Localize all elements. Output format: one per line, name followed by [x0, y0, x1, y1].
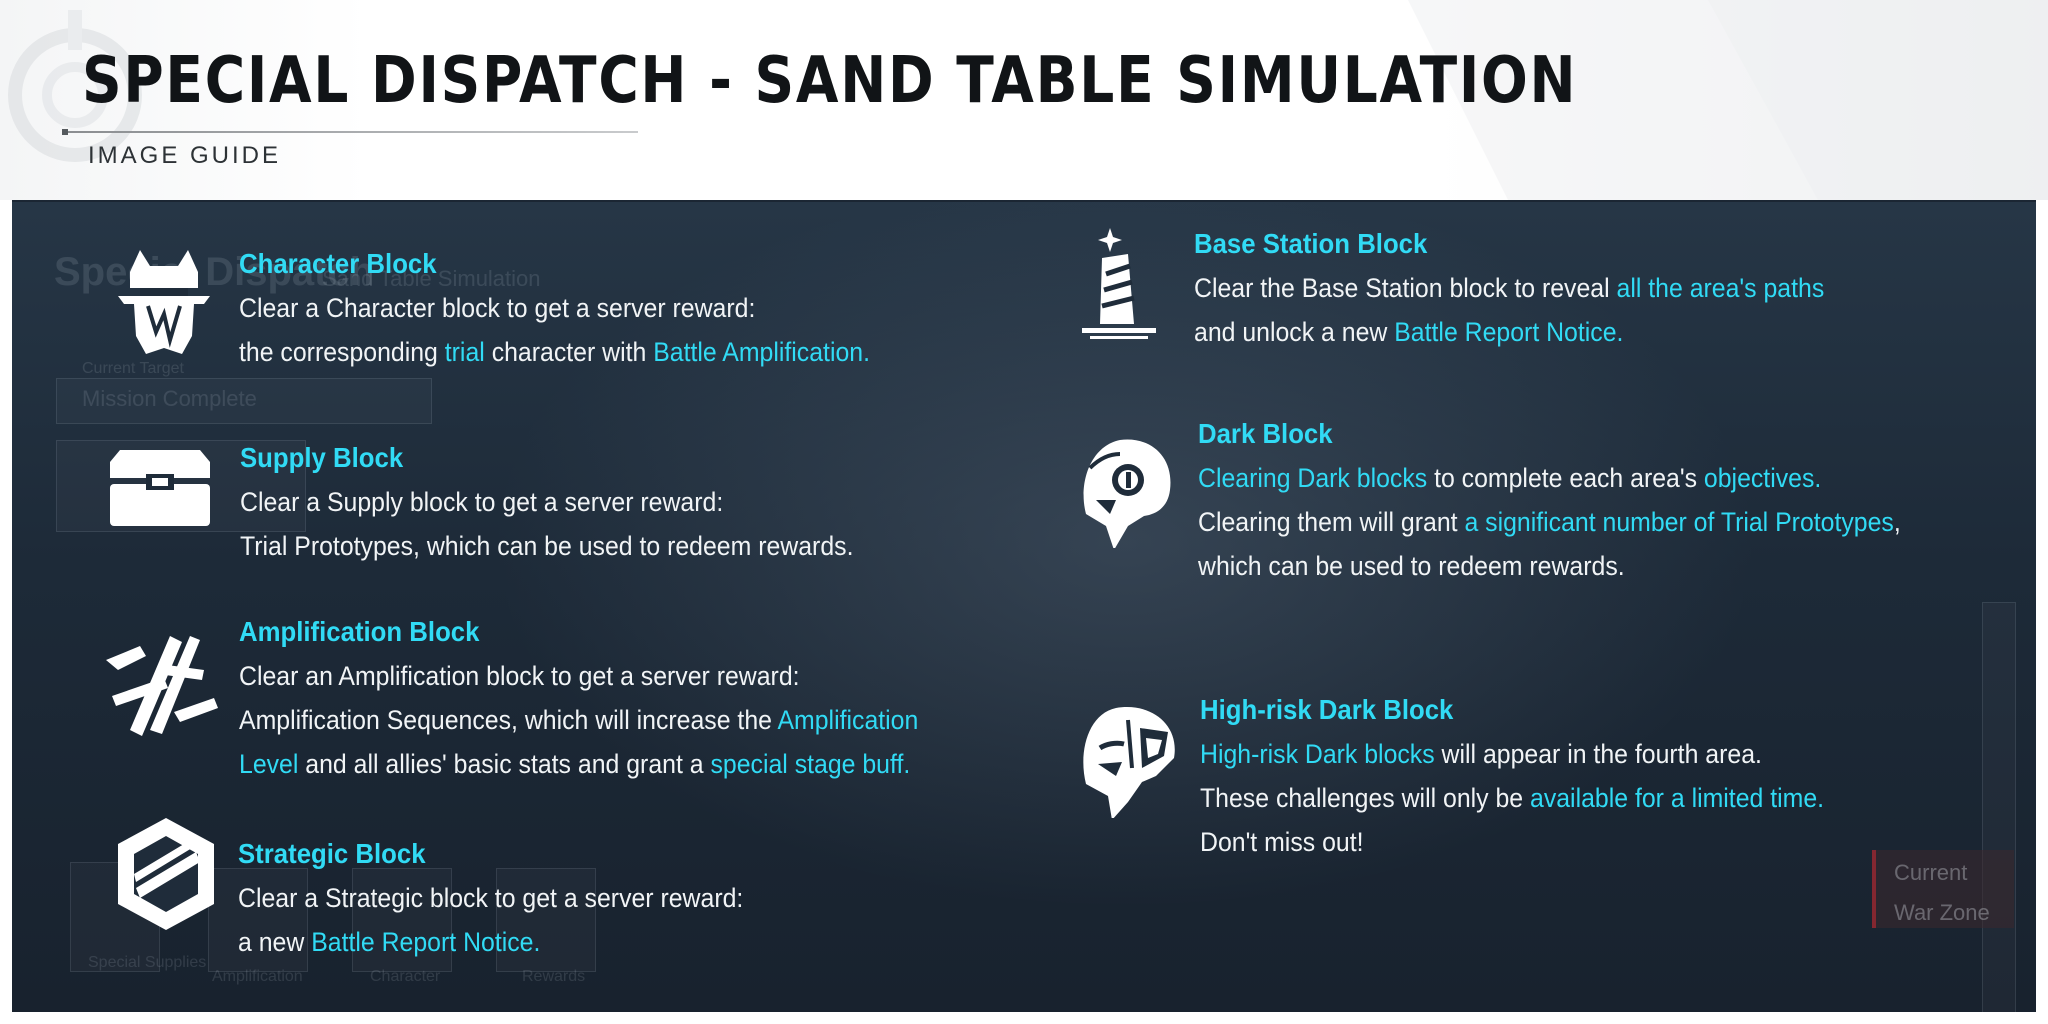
- strategic-block-icon: [106, 814, 226, 934]
- strategic-block-line-1: Clear a Strategic block to get a server …: [238, 883, 744, 913]
- objectives-highlight: objectives.: [1703, 463, 1822, 493]
- battle-amplification-highlight: Battle Amplification.: [653, 337, 871, 367]
- character-block-title: Character Block: [239, 248, 437, 279]
- bg-war-zone-line-2: War Zone: [1894, 900, 1990, 925]
- dark-block-title: Dark Block: [1198, 418, 1333, 449]
- character-block-line-2: the corresponding trial character with B…: [239, 337, 871, 367]
- amplification-block-line-2: Amplification Sequences, which will incr…: [239, 705, 919, 735]
- base-station-block-icon: [1064, 224, 1184, 344]
- character-block-icon: [104, 244, 224, 364]
- supply-block-line-1: Clear a Supply block to get a server rew…: [240, 487, 724, 517]
- title-underline: [62, 129, 638, 135]
- bg-scroll-track: [1982, 602, 2016, 1012]
- bg-tab-special-supplies: Special Supplies: [88, 954, 207, 971]
- dark-block-line-2: Clearing them will grant a significant n…: [1198, 507, 1901, 537]
- guide-panel: Special Dispatch Sand Table Simulation C…: [12, 200, 2036, 1012]
- amplification-block-icon: [100, 626, 220, 746]
- bg-war-zone-line-1: Current: [1894, 860, 1968, 885]
- high-risk-dark-block-line-1: High-risk Dark blocks will appear in the…: [1200, 739, 1762, 769]
- all-area-paths-highlight: all the area's paths: [1616, 273, 1825, 303]
- dark-block-line-1: Clearing Dark blocks to complete each ar…: [1198, 463, 1822, 493]
- strategic-block-line-2: a new Battle Report Notice.: [238, 927, 541, 957]
- battle-report-notice-highlight-2: Battle Report Notice.: [1394, 317, 1624, 347]
- supply-block-icon: [100, 428, 220, 548]
- high-risk-dark-block-line-2: These challenges will only be available …: [1200, 783, 1825, 813]
- limited-time-highlight: available for a limited time.: [1530, 783, 1825, 813]
- high-risk-dark-blocks-highlight: High-risk Dark blocks: [1200, 739, 1435, 769]
- amplification-block-line-1: Clear an Amplification block to get a se…: [239, 661, 800, 691]
- special-stage-buff-highlight: special stage buff.: [710, 749, 911, 779]
- base-station-block-line-1: Clear the Base Station block to reveal a…: [1194, 273, 1825, 303]
- supply-block-line-2: Trial Prototypes, which can be used to r…: [240, 531, 854, 561]
- page-title: SPECIAL DISPATCH - SAND TABLE SIMULATION: [82, 44, 1578, 118]
- trial-prototypes-highlight: a significant number of Trial Prototypes: [1464, 507, 1894, 537]
- bg-current-war-zone: Current War Zone: [1872, 850, 2014, 928]
- high-risk-dark-block-icon: [1070, 698, 1190, 820]
- amplification-block-title: Amplification Block: [239, 616, 480, 647]
- bg-tab-character: Character: [370, 968, 441, 985]
- character-block-line-1: Clear a Character block to get a server …: [239, 293, 756, 323]
- page-subtitle: IMAGE GUIDE: [88, 142, 282, 169]
- clearing-dark-blocks-highlight: Clearing Dark blocks: [1198, 463, 1428, 493]
- base-station-block-title: Base Station Block: [1194, 228, 1428, 259]
- high-risk-dark-block-title: High-risk Dark Block: [1200, 694, 1454, 725]
- amplification-highlight: Amplification: [777, 705, 919, 735]
- base-station-block-line-2: and unlock a new Battle Report Notice.: [1194, 317, 1624, 347]
- bg-current-target-value: Mission Complete: [82, 386, 257, 411]
- guide-header: SPECIAL DISPATCH - SAND TABLE SIMULATION…: [0, 0, 2048, 200]
- dark-block-icon: [1070, 428, 1190, 550]
- high-risk-dark-block-line-3: Don't miss out!: [1200, 827, 1364, 857]
- level-highlight: Level: [239, 749, 299, 779]
- bg-tab-rewards: Rewards: [522, 968, 586, 985]
- dark-block-line-3: which can be used to redeem rewards.: [1198, 551, 1625, 581]
- supply-block-title: Supply Block: [240, 442, 404, 473]
- bg-tab-amplification: Amplification: [212, 968, 303, 985]
- trial-highlight: trial: [444, 337, 485, 367]
- battle-report-notice-highlight: Battle Report Notice.: [311, 927, 541, 957]
- strategic-block-title: Strategic Block: [238, 838, 426, 869]
- amplification-block-line-3: Level and all allies' basic stats and gr…: [239, 749, 911, 779]
